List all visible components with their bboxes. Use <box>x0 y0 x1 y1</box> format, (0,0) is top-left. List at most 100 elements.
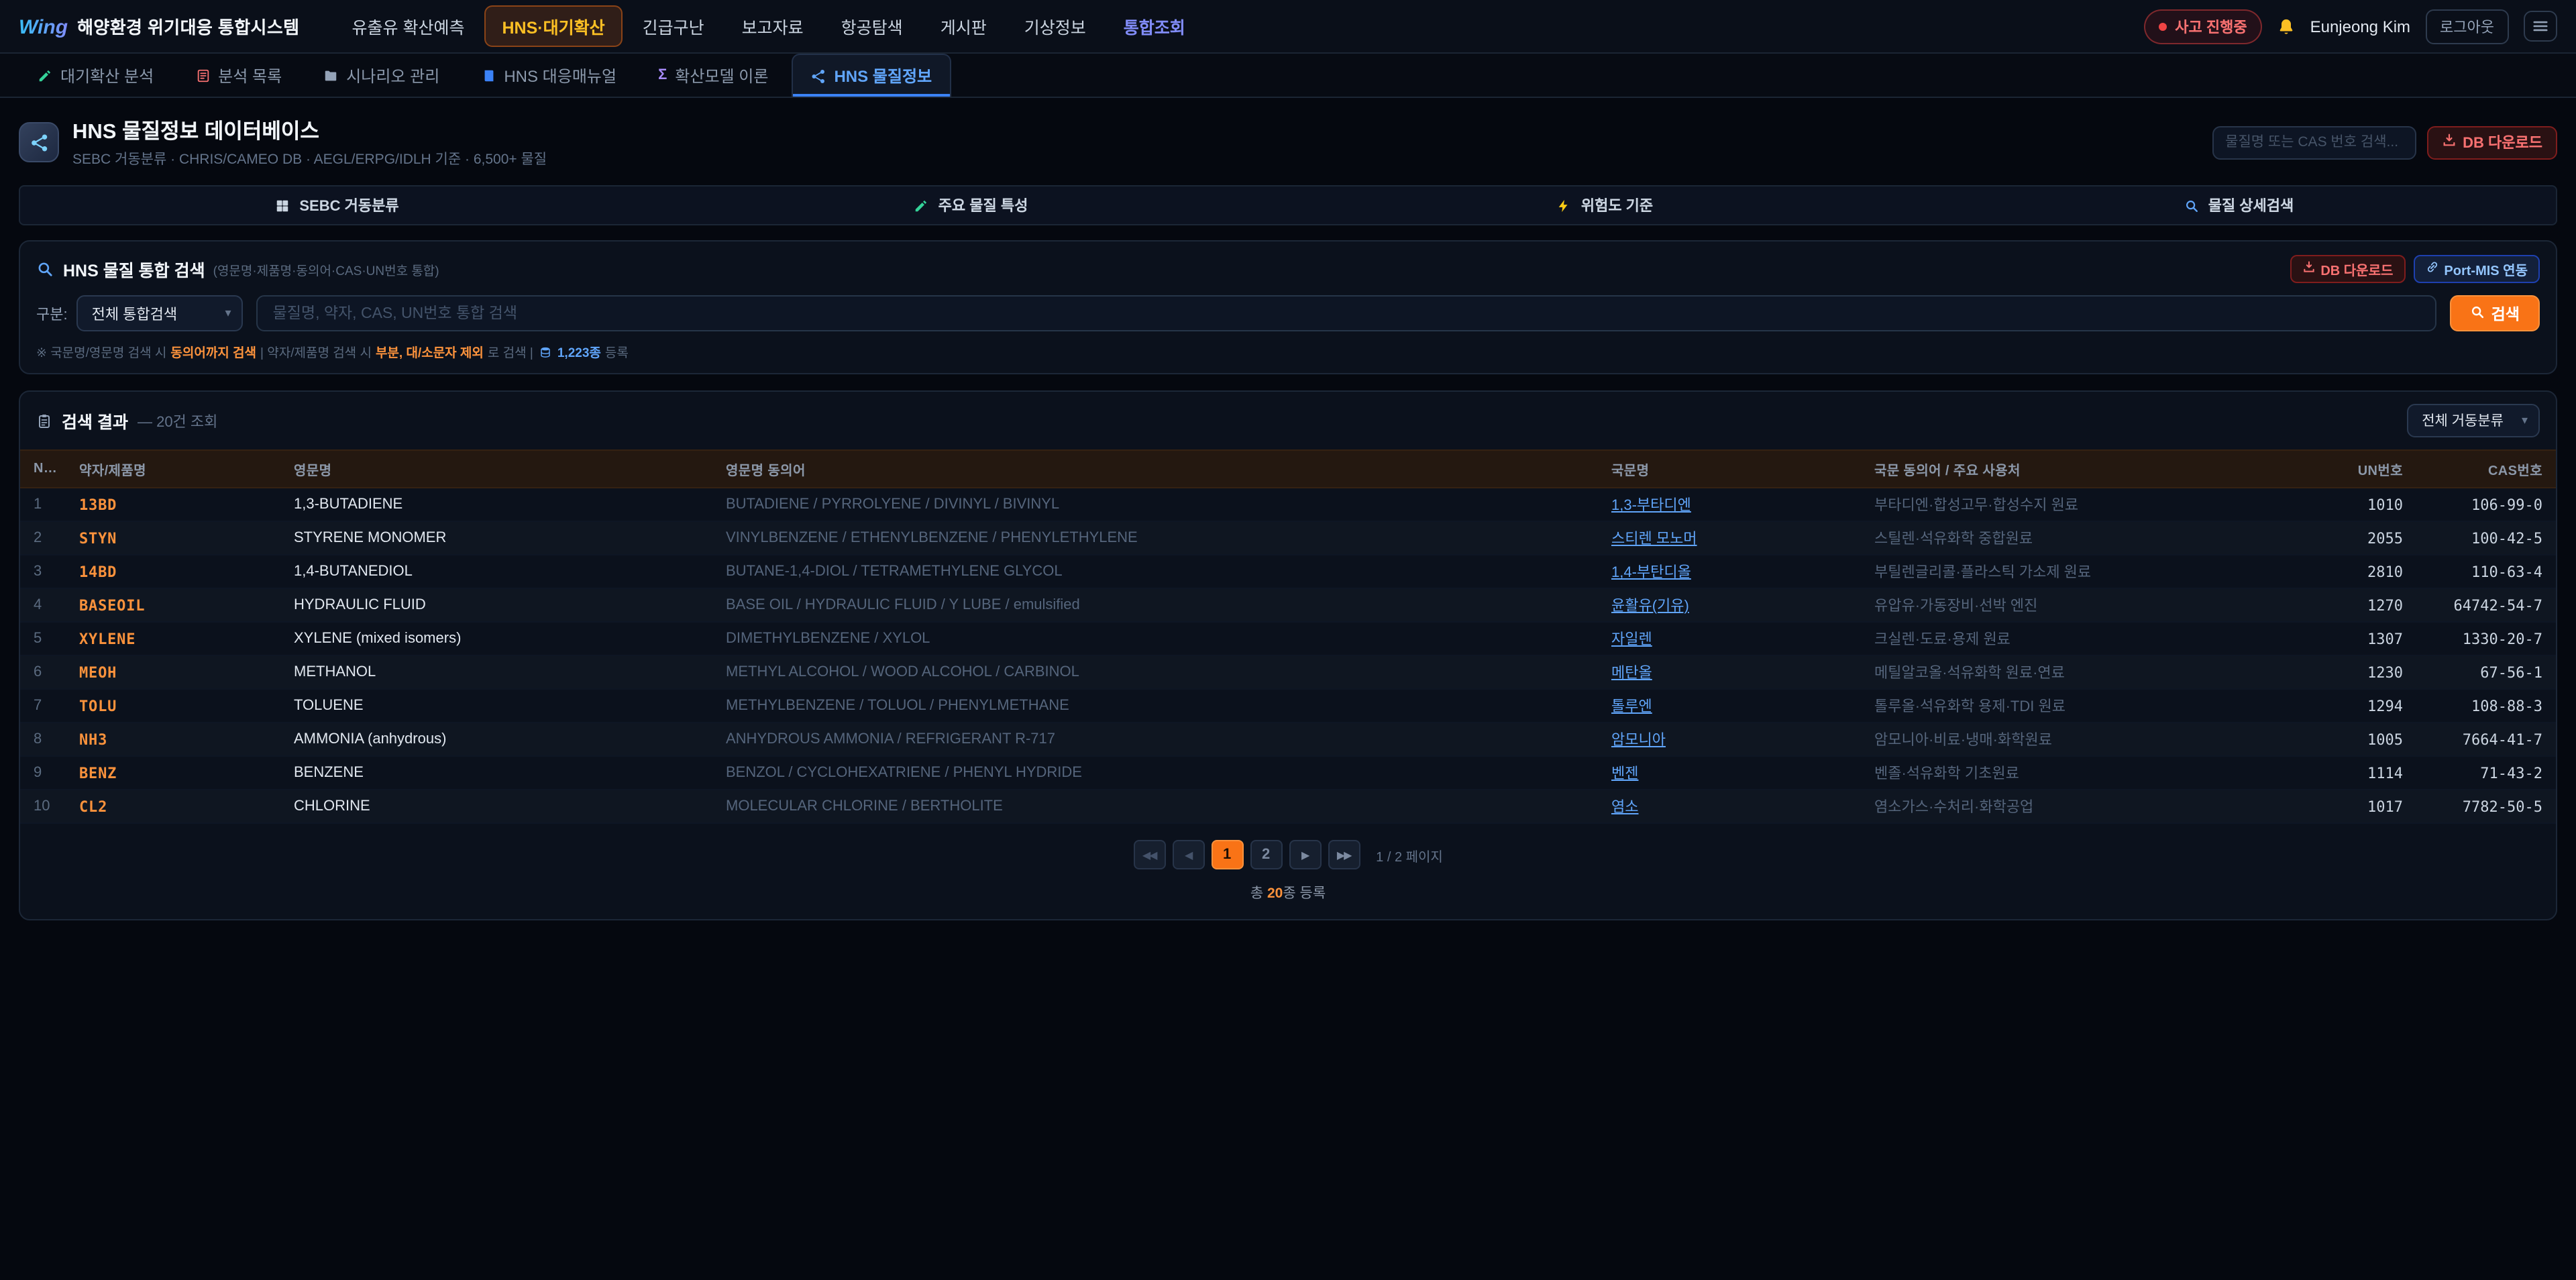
pagination-pages: 12 <box>1211 840 1282 869</box>
cell-no: 1 <box>20 488 66 521</box>
cell-un-number: 1005 <box>2304 723 2416 756</box>
main-nav-label: 게시판 <box>941 19 987 38</box>
page-header-actions: DB 다운로드 <box>2212 125 2557 159</box>
portmis-link-button[interactable]: Port-MIS 연동 <box>2413 255 2540 283</box>
logout-button[interactable]: 로그아웃 <box>2425 9 2509 44</box>
total-registered-line: 총 20종 등록 <box>20 883 2556 903</box>
cell-code: 13BD <box>66 488 280 521</box>
quick-search-input[interactable] <box>2212 125 2416 159</box>
unified-search-input[interactable] <box>257 295 2436 331</box>
column-header-name-ko: 국문명 <box>1598 450 1861 488</box>
page-title-block: HNS 물질정보 데이터베이스 SEBC 거동분류 · CHRIS/CAMEO … <box>72 115 547 169</box>
main-nav-label: 기상정보 <box>1024 19 1086 38</box>
table-row[interactable]: 4 BASEOIL HYDRAULIC FLUID BASE OIL / HYD… <box>20 588 2556 622</box>
note-text: 등록 <box>605 342 629 361</box>
app-logo[interactable]: Wing 해양환경 위기대응 통합시스템 <box>19 13 300 39</box>
cell-name-ko-link[interactable]: 1,3-부타디엔 <box>1598 488 1861 521</box>
column-header-name-en: 영문명 <box>280 450 712 488</box>
tab-2[interactable]: 분석 목록 <box>176 54 301 97</box>
grid-icon <box>275 198 290 213</box>
cell-un-number: 1017 <box>2304 790 2416 823</box>
tab-label: HNS 물질정보 <box>834 64 932 87</box>
page-title: HNS 물질정보 데이터베이스 <box>72 115 547 145</box>
cell-name-ko-link[interactable]: 메탄올 <box>1598 655 1861 689</box>
table-row[interactable]: 5 XYLENE XYLENE (mixed isomers) DIMETHYL… <box>20 622 2556 655</box>
cell-syn-ko: 암모니아·비료·냉매·화학원료 <box>1861 723 2304 756</box>
cell-name-ko-link[interactable]: 톨루엔 <box>1598 689 1861 723</box>
cell-cas-number: 100-42-5 <box>2416 521 2556 555</box>
search-help-note: ※ 국문명/영문명 검색 시 동의어까지 검색 | 약자/제품명 검색 시 부분… <box>36 342 2540 361</box>
cell-code: NH3 <box>66 723 280 756</box>
table-row[interactable]: 3 14BD 1,4-BUTANEDIOL BUTANE-1,4-DIOL / … <box>20 555 2556 588</box>
main-nav-item-8[interactable]: 통합조회 <box>1106 5 1203 47</box>
table-row[interactable]: 9 BENZ BENZENE BENZOL / CYCLOHEXATRIENE … <box>20 756 2556 790</box>
search-category-select[interactable]: 전체 통합검색 ▾ <box>77 295 244 331</box>
table-row[interactable]: 8 NH3 AMMONIA (anhydrous) ANHYDROUS AMMO… <box>20 723 2556 756</box>
cell-name-ko-link[interactable]: 1,4-부탄디올 <box>1598 555 1861 588</box>
tab-4[interactable]: HNS 대응매뉴얼 <box>462 54 635 97</box>
cell-syn-en: METHYLBENZENE / TOLUOL / PHENYLMETHANE <box>712 689 1598 723</box>
cell-un-number: 1294 <box>2304 689 2416 723</box>
tab-5[interactable]: Σ 확산모델 이론 <box>639 54 787 97</box>
search-panel-header: HNS 물질 통합 검색 (영문명·제품명·동의어·CAS·UN번호 통합) D… <box>36 255 2540 283</box>
main-nav-item-3[interactable]: 긴급구난 <box>625 5 722 47</box>
incident-status-badge[interactable]: 사고 진행중 <box>2144 9 2261 44</box>
incident-dot-icon <box>2159 22 2167 30</box>
note-highlight: 부분, 대/소문자 제외 <box>376 342 484 361</box>
cell-syn-en: BASE OIL / HYDRAULIC FLUID / Y LUBE / em… <box>712 588 1598 622</box>
main-nav-item-6[interactable]: 게시판 <box>923 5 1004 47</box>
main-nav-item-2[interactable]: HNS·대기확산 <box>484 5 622 47</box>
page-number-button-1[interactable]: 1 <box>1211 840 1243 869</box>
behavior-filter-select[interactable]: 전체 거동분류 ▾ <box>2407 404 2540 437</box>
pencil-icon <box>38 68 52 83</box>
tab-1[interactable]: 대기확산 분석 <box>19 54 172 97</box>
cell-name-ko-link[interactable]: 자일렌 <box>1598 622 1861 655</box>
cell-name-en: BENZENE <box>280 756 712 790</box>
feature-1[interactable]: SEBC 거동분류 <box>20 186 654 224</box>
feature-4[interactable]: 물질 상세검색 <box>1922 186 2556 224</box>
table-row[interactable]: 7 TOLU TOLUENE METHYLBENZENE / TOLUOL / … <box>20 689 2556 723</box>
pagination-last-button[interactable]: ▶▶ <box>1328 840 1360 869</box>
column-header-no: No. <box>20 450 66 488</box>
search-button[interactable]: 검색 <box>2450 295 2540 331</box>
cell-no: 4 <box>20 588 66 622</box>
cell-name-en: HYDRAULIC FLUID <box>280 588 712 622</box>
table-row[interactable]: 1 13BD 1,3-BUTADIENE BUTADIENE / PYRROLY… <box>20 488 2556 521</box>
cell-name-ko-link[interactable]: 벤젠 <box>1598 756 1861 790</box>
cell-syn-ko: 크실렌·도료·용제 원료 <box>1861 622 2304 655</box>
cell-no: 5 <box>20 622 66 655</box>
notification-bell-icon[interactable] <box>2277 17 2296 36</box>
table-row[interactable]: 2 STYN STYRENE MONOMER VINYLBENZENE / ET… <box>20 521 2556 555</box>
table-row[interactable]: 10 CL2 CHLORINE MOLECULAR CHLORINE / BER… <box>20 790 2556 823</box>
tab-6[interactable]: HNS 물질정보 <box>791 54 951 97</box>
column-header-syn-en: 영문명 동의어 <box>712 450 1598 488</box>
main-nav-item-4[interactable]: 보고자료 <box>724 5 821 47</box>
cell-name-ko-link[interactable]: 윤활유(기유) <box>1598 588 1861 622</box>
cell-name-ko-link[interactable]: 염소 <box>1598 790 1861 823</box>
cell-code: XYLENE <box>66 622 280 655</box>
cell-name-ko-link[interactable]: 암모니아 <box>1598 723 1861 756</box>
search-db-download-button[interactable]: DB 다운로드 <box>2290 255 2405 283</box>
page-number-button-2[interactable]: 2 <box>1250 840 1282 869</box>
hamburger-menu-icon[interactable] <box>2524 11 2557 42</box>
main-nav-item-1[interactable]: 유출유 확산예측 <box>335 5 482 47</box>
main-nav-item-7[interactable]: 기상정보 <box>1007 5 1104 47</box>
search-icon <box>36 260 54 278</box>
main-nav-item-5[interactable]: 항공탐색 <box>824 5 920 47</box>
feature-2[interactable]: 주요 물질 특성 <box>654 186 1288 224</box>
cell-cas-number: 110-63-4 <box>2416 555 2556 588</box>
table-row[interactable]: 6 MEOH METHANOL METHYL ALCOHOL / WOOD AL… <box>20 655 2556 689</box>
cell-name-ko-link[interactable]: 스티렌 모노머 <box>1598 521 1861 555</box>
db-download-button[interactable]: DB 다운로드 <box>2426 125 2557 159</box>
pagination-prev-button[interactable]: ◀ <box>1172 840 1204 869</box>
column-header-cas: CAS번호 <box>2416 450 2556 488</box>
tab-3[interactable]: 시나리오 관리 <box>305 54 458 97</box>
pagination-first-button[interactable]: ◀◀ <box>1133 840 1165 869</box>
pagination-next-button[interactable]: ▶ <box>1289 840 1321 869</box>
cell-name-en: STYRENE MONOMER <box>280 521 712 555</box>
column-header-code: 약자/제품명 <box>66 450 280 488</box>
feature-3[interactable]: 위험도 기준 <box>1288 186 1922 224</box>
main-nav-label: HNS·대기확산 <box>502 19 604 38</box>
cell-cas-number: 108-88-3 <box>2416 689 2556 723</box>
search-results-panel: 검색 결과 — 20건 조회 전체 거동분류 ▾ No. 약자/제품명 영문명 … <box>19 390 2557 920</box>
